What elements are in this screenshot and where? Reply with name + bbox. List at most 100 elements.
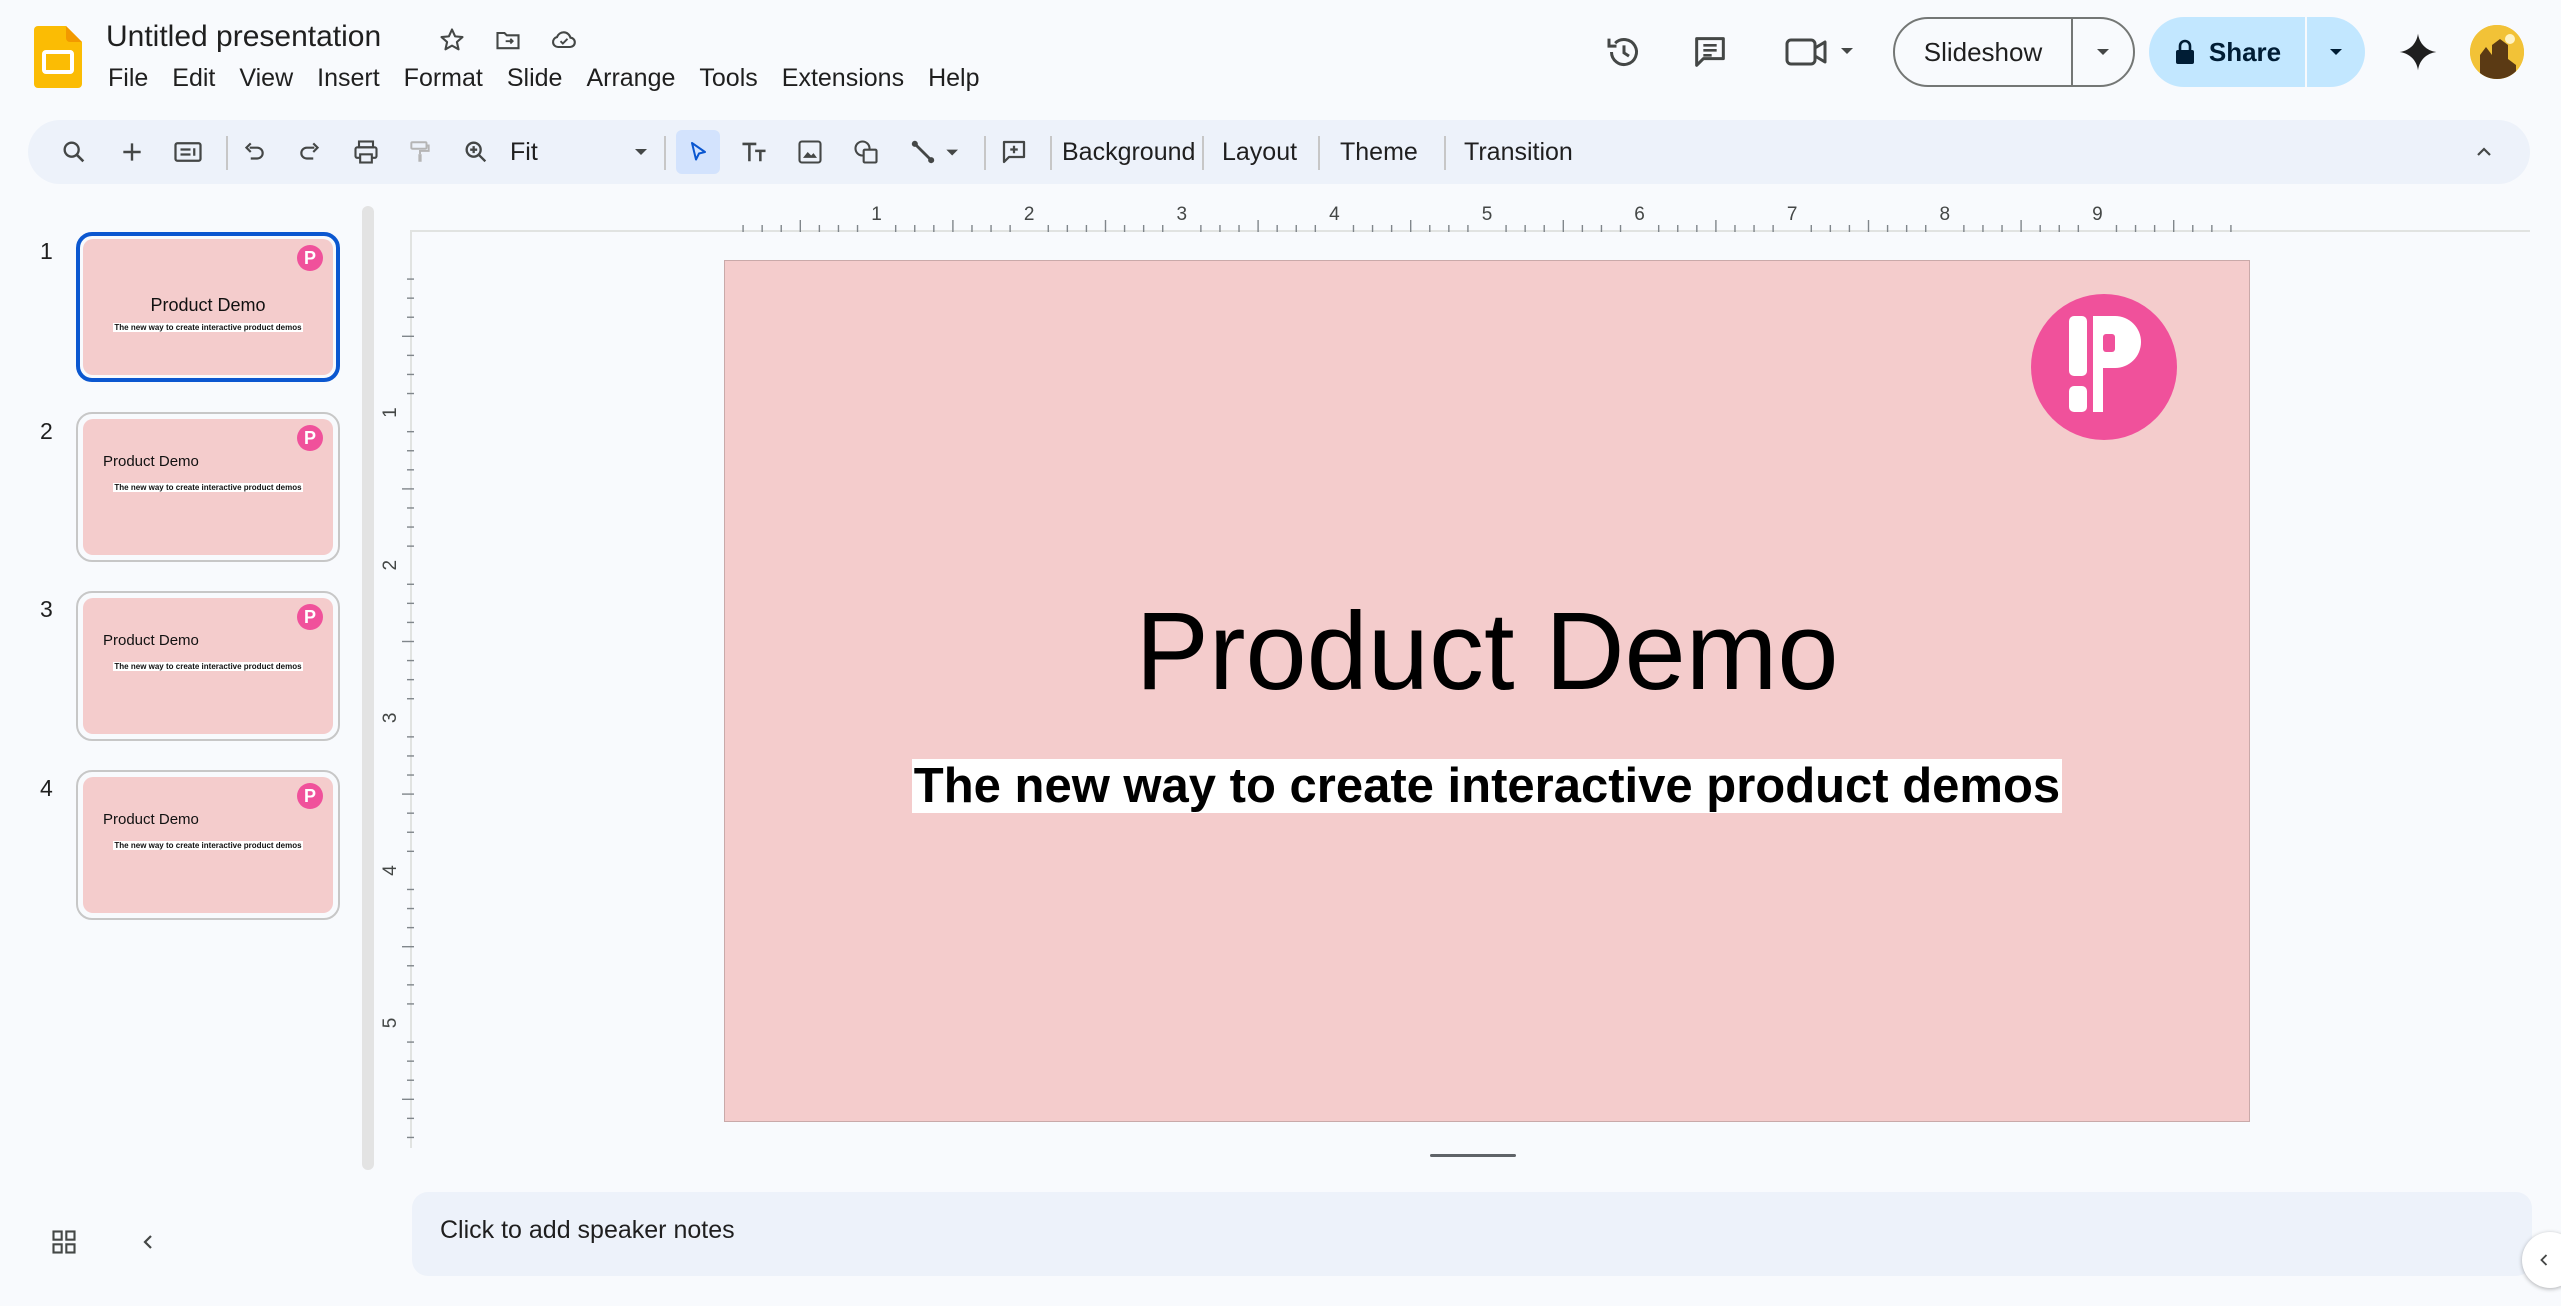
- ruler-label: 7: [1787, 204, 1798, 225]
- toolbar-divider: [1202, 136, 1204, 170]
- slideshow-dropdown-icon[interactable]: [2073, 19, 2133, 85]
- menu-edit[interactable]: Edit: [160, 62, 227, 98]
- slide-thumbnail-4[interactable]: P Product Demo The new way to create int…: [76, 770, 340, 920]
- brand-logo-icon: P: [297, 604, 323, 630]
- menu-insert[interactable]: Insert: [305, 62, 392, 98]
- comments-icon[interactable]: [1682, 24, 1738, 80]
- collapse-toolbar-chevron-up-icon[interactable]: [2462, 130, 2506, 174]
- transition-button[interactable]: Transition: [1464, 132, 1573, 172]
- notes-resize-handle[interactable]: [1430, 1154, 1516, 1157]
- undo-icon[interactable]: [232, 130, 276, 174]
- version-history-icon[interactable]: [1596, 24, 1652, 80]
- brand-p-logo-icon[interactable]: [2031, 294, 2177, 440]
- theme-button[interactable]: Theme: [1340, 132, 1418, 172]
- ruler-label: 3: [382, 713, 401, 724]
- slide-canvas[interactable]: Product Demo The new way to create inter…: [724, 260, 2250, 1122]
- slide-number: 3: [40, 596, 53, 622]
- insert-image-icon[interactable]: [788, 130, 832, 174]
- thumbnail-subtitle: The new way to create interactive produc…: [113, 662, 303, 671]
- toolbar-divider: [664, 136, 666, 170]
- slide-thumbnail-1[interactable]: P Product Demo The new way to create int…: [76, 232, 340, 382]
- brand-logo-icon: P: [297, 425, 323, 451]
- ruler-label: 8: [1940, 204, 1951, 225]
- thumbnail-title: Product Demo: [103, 632, 199, 649]
- main-toolbar: Fit Background Layout Theme Transition: [28, 120, 2530, 184]
- redo-icon[interactable]: [288, 130, 332, 174]
- menu-file[interactable]: File: [96, 62, 160, 98]
- slide-thumbnail-3[interactable]: P Product Demo The new way to create int…: [76, 591, 340, 741]
- gemini-sparkle-icon[interactable]: [2390, 24, 2446, 80]
- share-dropdown-icon[interactable]: [2307, 17, 2365, 87]
- menu-tools[interactable]: Tools: [687, 62, 769, 98]
- ruler-label: 9: [2092, 204, 2103, 225]
- ruler-label: 2: [1024, 204, 1035, 225]
- move-to-folder-icon[interactable]: [488, 20, 528, 60]
- brand-logo-icon: P: [297, 783, 323, 809]
- select-cursor-icon[interactable]: [676, 130, 720, 174]
- slideshow-label[interactable]: Slideshow: [1895, 19, 2073, 85]
- cloud-saved-icon[interactable]: [544, 20, 584, 60]
- thumbnail-subtitle: The new way to create interactive produc…: [113, 483, 303, 492]
- slide-number: 4: [40, 775, 53, 801]
- zoom-value: Fit: [510, 137, 538, 166]
- slides-logo-icon[interactable]: [34, 26, 82, 88]
- paint-format-icon[interactable]: [398, 130, 442, 174]
- thumbnail-subtitle: The new way to create interactive produc…: [113, 323, 303, 332]
- menu-arrange[interactable]: Arrange: [574, 62, 687, 98]
- filmstrip-scrollbar[interactable]: [362, 206, 374, 1170]
- horizontal-ruler[interactable]: 1 2 3 4 5 6 7 8 9: [410, 200, 2260, 232]
- menu-format[interactable]: Format: [392, 62, 495, 98]
- menu-slide[interactable]: Slide: [495, 62, 575, 98]
- collapse-filmstrip-chevron-left-icon[interactable]: [128, 1222, 168, 1262]
- toolbar-divider: [1444, 136, 1446, 170]
- toolbar-divider: [984, 136, 986, 170]
- ruler-label: 1: [382, 407, 401, 418]
- thumbnail-subtitle: The new way to create interactive produc…: [113, 841, 303, 850]
- slideshow-button[interactable]: Slideshow: [1893, 17, 2135, 87]
- ruler-label: 4: [1329, 204, 1340, 225]
- vertical-ruler[interactable]: 1 2 3 4 5: [382, 232, 414, 1152]
- grid-view-icon[interactable]: [44, 1222, 84, 1262]
- star-icon[interactable]: [432, 20, 472, 60]
- menu-extensions[interactable]: Extensions: [770, 62, 916, 98]
- ruler-label: 5: [1482, 204, 1493, 225]
- slide-title[interactable]: Product Demo: [725, 591, 2249, 712]
- account-avatar[interactable]: [2470, 25, 2524, 79]
- speaker-notes[interactable]: Click to add speaker notes: [412, 1192, 2532, 1276]
- brand-logo-icon: P: [297, 245, 323, 271]
- ruler-label: 2: [382, 560, 401, 571]
- ruler-label: 6: [1634, 204, 1645, 225]
- thumbnail-title: Product Demo: [103, 453, 199, 470]
- new-slide-layout-icon[interactable]: [166, 130, 210, 174]
- meet-camera-icon[interactable]: [1776, 24, 1866, 80]
- ruler-label: 1: [871, 204, 882, 225]
- slide-number: 2: [40, 418, 53, 444]
- new-slide-plus-icon[interactable]: [110, 130, 154, 174]
- document-title[interactable]: Untitled presentation: [106, 20, 381, 54]
- menu-bar: File Edit View Insert Format Slide Arran…: [96, 62, 992, 98]
- zoom-icon[interactable]: [454, 130, 498, 174]
- shape-icon[interactable]: [844, 130, 888, 174]
- menu-help[interactable]: Help: [916, 62, 991, 98]
- menu-view[interactable]: View: [227, 62, 305, 98]
- text-box-icon[interactable]: [732, 130, 776, 174]
- slide-subtitle[interactable]: The new way to create interactive produc…: [911, 759, 2063, 813]
- line-tool-icon[interactable]: [902, 130, 972, 174]
- toolbar-divider: [226, 136, 228, 170]
- background-button[interactable]: Background: [1042, 132, 1215, 172]
- slide-number: 1: [40, 238, 53, 264]
- ruler-label: 4: [382, 865, 401, 876]
- share-button[interactable]: Share: [2149, 17, 2365, 87]
- ruler-label: 5: [382, 1018, 401, 1029]
- thumbnail-title: Product Demo: [150, 295, 266, 315]
- toolbar-divider: [1318, 136, 1320, 170]
- print-icon[interactable]: [344, 130, 388, 174]
- slide-thumbnail-2[interactable]: P Product Demo The new way to create int…: [76, 412, 340, 562]
- layout-button[interactable]: Layout: [1222, 132, 1297, 172]
- zoom-select[interactable]: Fit: [510, 132, 650, 172]
- ruler-label: 3: [1177, 204, 1188, 225]
- add-comment-icon[interactable]: [992, 130, 1036, 174]
- lock-icon: [2175, 39, 2194, 64]
- search-menus-icon[interactable]: [52, 130, 96, 174]
- thumbnail-title: Product Demo: [103, 811, 199, 828]
